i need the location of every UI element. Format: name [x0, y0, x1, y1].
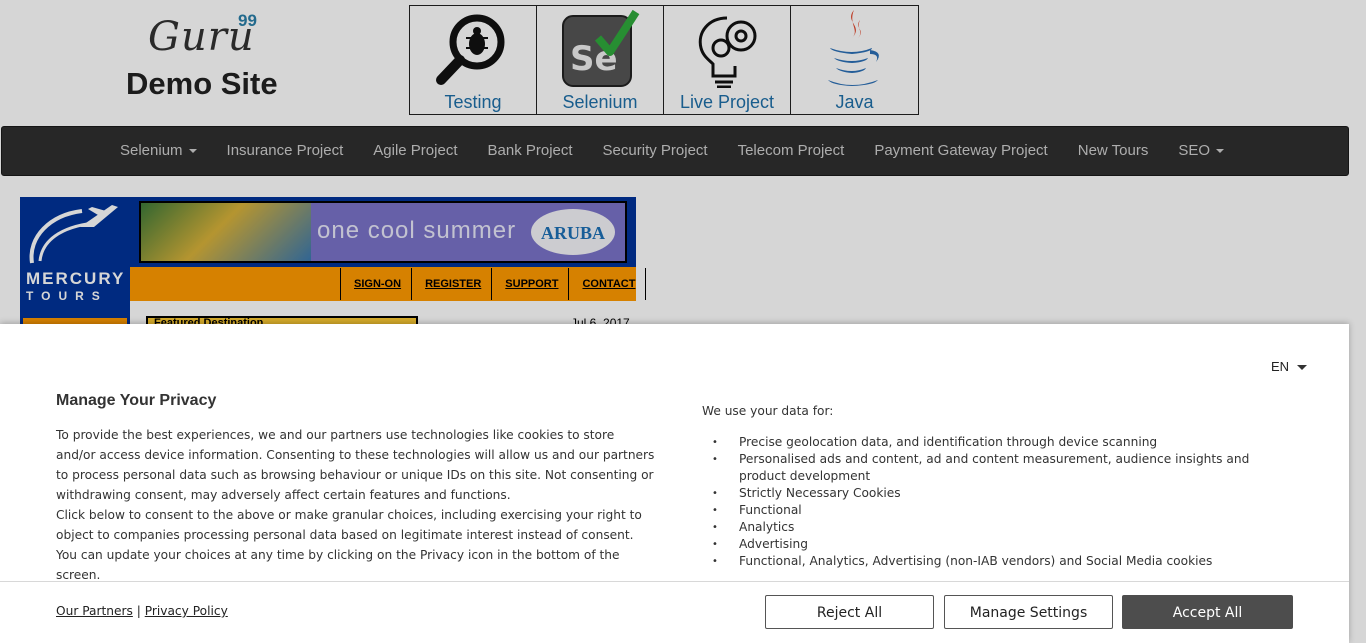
- list-item: Advertising: [712, 536, 1272, 553]
- consent-paragraph-2: Click below to consent to the above or m…: [56, 508, 642, 582]
- link-separator: |: [136, 604, 141, 618]
- list-item: Functional, Analytics, Advertising (non-…: [712, 553, 1272, 570]
- caret-down-icon: [1297, 365, 1308, 371]
- our-partners-link[interactable]: Our Partners: [56, 604, 133, 618]
- privacy-policy-link[interactable]: Privacy Policy: [145, 604, 228, 618]
- accept-all-button[interactable]: Accept All: [1122, 595, 1293, 629]
- manage-settings-button[interactable]: Manage Settings: [944, 595, 1113, 629]
- data-uses-list: Precise geolocation data, and identifica…: [712, 434, 1272, 570]
- consent-footer-links: Our Partners | Privacy Policy: [56, 604, 228, 618]
- list-item: Strictly Necessary Cookies: [712, 485, 1272, 502]
- consent-description: To provide the best experiences, we and …: [56, 425, 656, 585]
- language-value: EN: [1271, 359, 1290, 374]
- reject-all-button[interactable]: Reject All: [765, 595, 934, 629]
- consent-title: Manage Your Privacy: [56, 392, 217, 409]
- list-item: Precise geolocation data, and identifica…: [712, 434, 1272, 451]
- language-selector[interactable]: EN: [1271, 359, 1308, 374]
- list-item: Personalised ads and content, ad and con…: [712, 451, 1272, 485]
- list-item: Functional: [712, 502, 1272, 519]
- privacy-consent-dialog: EN Manage Your Privacy To provide the be…: [0, 324, 1349, 643]
- list-item: Analytics: [712, 519, 1272, 536]
- data-uses-title: We use your data for:: [702, 404, 834, 418]
- footer-divider: [0, 581, 1349, 582]
- consent-paragraph-1: To provide the best experiences, we and …: [56, 428, 655, 502]
